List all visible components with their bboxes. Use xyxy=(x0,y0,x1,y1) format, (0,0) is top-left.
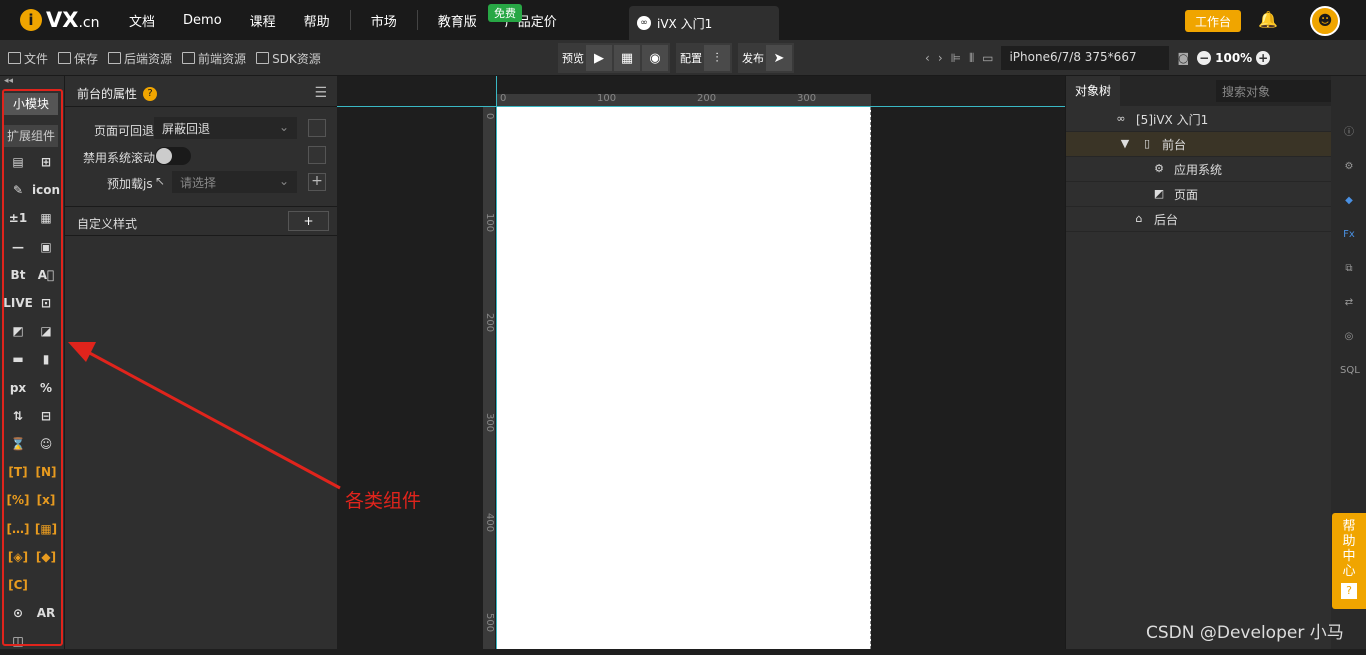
triangle-down-icon: ▼ xyxy=(1120,137,1130,150)
server-icon: ⌂ xyxy=(1135,212,1143,225)
tab-object-tree[interactable]: 对象树 xyxy=(1066,76,1120,106)
tree-node-project[interactable]: ∞ [5]iVX 入门1 xyxy=(1066,107,1332,132)
transfer-icon[interactable]: ⇄ xyxy=(1340,294,1358,312)
tree-node-app-system[interactable]: ⚙ 应用系统 xyxy=(1066,157,1332,182)
annotation-label: 各类组件 xyxy=(345,490,422,512)
object-tree-panel: 对象树 搜索对象 ∞ [5]iVX 入门1 ▼ ▯ 前台 ⚙ 应用系统 ◩ 页面 ⌂ 后台 xyxy=(1065,76,1354,649)
settings-icon[interactable]: ⚙ xyxy=(1340,158,1358,176)
link-icon: ∞ xyxy=(1116,112,1126,125)
gear-icon: ⚙ xyxy=(1154,162,1164,175)
tree-node-frontend[interactable]: ▼ ▯ 前台 xyxy=(1066,132,1332,157)
function-icon[interactable]: Fx xyxy=(1340,226,1358,244)
info-icon[interactable]: ⓘ xyxy=(1340,124,1358,142)
help-center-button[interactable]: 帮助中心 ? xyxy=(1332,513,1366,609)
sql-icon[interactable]: SQL xyxy=(1340,362,1360,380)
phone-icon: ▯ xyxy=(1143,137,1151,150)
question-icon: ? xyxy=(1341,583,1357,599)
tree-node-backend[interactable]: ⌂ 后台 xyxy=(1066,207,1332,232)
theme-icon[interactable]: ◆ xyxy=(1340,192,1358,210)
tree-node-page[interactable]: ◩ 页面 xyxy=(1066,182,1332,207)
watermark: CSDN @Developer 小马 xyxy=(1146,623,1344,643)
copy-icon[interactable]: ⧉ xyxy=(1340,260,1358,278)
page-icon: ◩ xyxy=(1153,187,1165,200)
api-icon[interactable]: ◎ xyxy=(1340,328,1358,346)
